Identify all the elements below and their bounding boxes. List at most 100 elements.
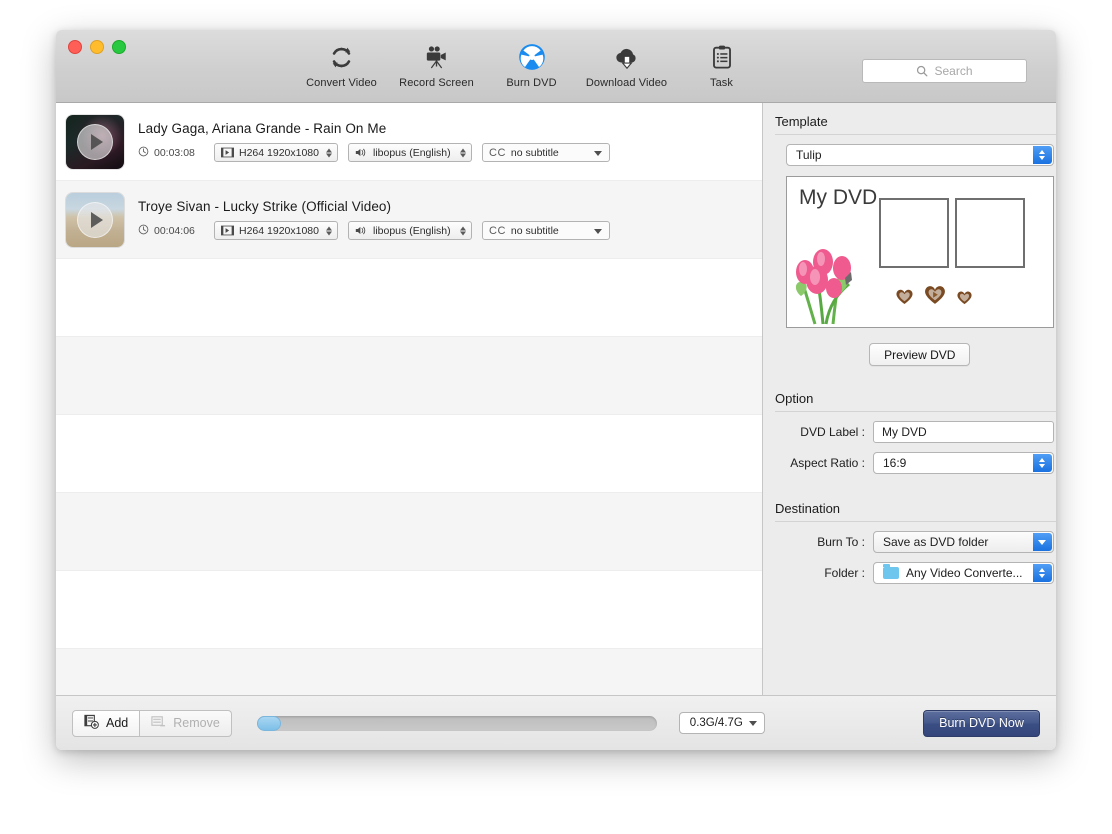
divider xyxy=(775,521,1056,522)
film-icon xyxy=(221,147,234,158)
disc-size-select[interactable]: 0.3G/4.7G xyxy=(678,712,765,734)
section-title-option: Option xyxy=(775,391,814,406)
dvd-label-input[interactable]: My DVD xyxy=(873,421,1054,443)
empty-row[interactable] xyxy=(56,415,762,493)
play-icon xyxy=(77,201,113,238)
cc-icon: CC xyxy=(489,224,506,237)
video-stream-select[interactable]: H264 1920x1080 xyxy=(214,221,338,240)
add-button[interactable]: Add xyxy=(72,709,141,737)
subtitle-select[interactable]: CC no subtitle xyxy=(482,221,610,240)
minimize-button[interactable] xyxy=(90,40,104,54)
toolbar-item-task[interactable]: Task xyxy=(674,36,769,89)
toolbar-label: Task xyxy=(709,77,734,89)
empty-row[interactable] xyxy=(56,259,762,337)
empty-row[interactable] xyxy=(56,571,762,649)
stepper-icon[interactable] xyxy=(326,226,332,235)
folder-value: Any Video Converte... xyxy=(906,566,1023,580)
aspect-ratio-select[interactable]: 16:9 xyxy=(873,452,1054,474)
aspect-ratio-caption: Aspect Ratio : xyxy=(790,456,865,470)
burn-dvd-now-button[interactable]: Burn DVD Now xyxy=(923,709,1040,737)
film-icon xyxy=(221,225,234,236)
aspect-ratio-row: Aspect Ratio : 16:9 xyxy=(775,452,1054,474)
app-window: Convert Video Record Screen Burn DVD Dow… xyxy=(56,30,1056,750)
burn-to-value: Save as DVD folder xyxy=(883,535,989,549)
stepper-icon[interactable] xyxy=(1032,146,1052,164)
video-thumbnail[interactable] xyxy=(66,114,124,169)
template-preview[interactable]: My DVD xyxy=(786,176,1054,328)
template-select[interactable]: Tulip xyxy=(786,144,1054,166)
add-file-icon xyxy=(84,714,99,732)
subtitle-select[interactable]: CC no subtitle xyxy=(482,143,610,162)
preview-chapter-frame xyxy=(955,198,1025,268)
disc-size-value: 0.3G/4.7G xyxy=(689,717,743,729)
toolbar-item-burn-dvd[interactable]: Burn DVD xyxy=(484,36,579,89)
tulip-artwork xyxy=(795,249,852,325)
video-duration: 00:04:06 xyxy=(138,224,214,238)
search-input[interactable]: Search xyxy=(862,59,1027,83)
chevron-down-icon[interactable] xyxy=(594,150,602,156)
main-toolbar: Convert Video Record Screen Burn DVD Dow… xyxy=(294,36,769,89)
close-button[interactable] xyxy=(68,40,82,54)
table-row[interactable]: Troye Sivan - Lucky Strike (Official Vid… xyxy=(56,181,762,259)
settings-sidebar: Template Tulip My DVD Preview DVD Option… xyxy=(763,103,1056,695)
video-stream-value: H264 1920x1080 xyxy=(239,224,319,237)
cloud-download-icon xyxy=(610,40,644,74)
empty-row[interactable] xyxy=(56,493,762,571)
cc-icon: CC xyxy=(489,146,506,159)
heart-decorations xyxy=(895,284,973,305)
subtitle-value: no subtitle xyxy=(510,224,559,237)
stepper-icon[interactable] xyxy=(460,148,466,157)
duration-text: 00:03:08 xyxy=(154,146,195,159)
stepper-icon[interactable] xyxy=(460,226,466,235)
capacity-progress-fill xyxy=(256,715,281,731)
window-titlebar: Convert Video Record Screen Burn DVD Dow… xyxy=(56,30,1056,103)
convert-icon xyxy=(325,40,359,74)
video-list[interactable]: Lady Gaga, Ariana Grande - Rain On Me 00… xyxy=(56,103,763,695)
toolbar-label: Download Video xyxy=(585,77,668,89)
search-icon xyxy=(916,65,928,77)
bottom-toolbar: Add Remove 0.3G/4.7G Burn DVD Now xyxy=(56,695,1056,750)
toolbar-item-convert-video[interactable]: Convert Video xyxy=(294,36,389,89)
zoom-button[interactable] xyxy=(112,40,126,54)
heart-icon xyxy=(957,291,972,305)
burn-to-select[interactable]: Save as DVD folder xyxy=(873,531,1054,553)
video-stream-select[interactable]: H264 1920x1080 xyxy=(214,143,338,162)
stepper-icon[interactable] xyxy=(326,148,332,157)
toolbar-item-download-video[interactable]: Download Video xyxy=(579,36,674,89)
remove-label: Remove xyxy=(173,716,220,730)
folder-row: Folder : Any Video Converte... xyxy=(775,562,1054,584)
preview-dvd-button[interactable]: Preview DVD xyxy=(869,343,971,366)
heart-icon xyxy=(896,289,913,305)
capacity-progress-bar xyxy=(256,715,657,731)
video-title: Lady Gaga, Ariana Grande - Rain On Me xyxy=(138,121,387,136)
remove-file-icon xyxy=(151,714,166,732)
chevron-down-icon[interactable] xyxy=(748,721,757,726)
add-remove-segment: Add Remove xyxy=(72,709,232,737)
window-body: Lady Gaga, Ariana Grande - Rain On Me 00… xyxy=(56,103,1056,695)
preview-dvd-title: My DVD xyxy=(799,186,878,209)
stepper-icon[interactable] xyxy=(1032,564,1052,582)
audio-stream-select[interactable]: libopus (English) xyxy=(348,143,472,162)
audio-stream-select[interactable]: libopus (English) xyxy=(348,221,472,240)
toolbar-item-record-screen[interactable]: Record Screen xyxy=(389,36,484,89)
chevron-down-icon[interactable] xyxy=(594,228,602,234)
empty-row[interactable] xyxy=(56,649,762,695)
section-title-destination: Destination xyxy=(775,501,841,516)
play-icon xyxy=(77,123,113,160)
video-title: Troye Sivan - Lucky Strike (Official Vid… xyxy=(138,199,392,214)
chevron-down-icon[interactable] xyxy=(1032,533,1052,551)
folder-select[interactable]: Any Video Converte... xyxy=(873,562,1054,584)
clock-icon xyxy=(138,146,149,160)
divider xyxy=(775,411,1056,412)
video-thumbnail[interactable] xyxy=(66,192,124,247)
remove-button[interactable]: Remove xyxy=(140,709,232,737)
stepper-icon[interactable] xyxy=(1032,454,1052,472)
empty-row[interactable] xyxy=(56,337,762,415)
folder-caption: Folder : xyxy=(824,566,865,580)
toolbar-label: Record Screen xyxy=(399,77,474,89)
video-duration: 00:03:08 xyxy=(138,146,214,160)
speaker-icon xyxy=(355,147,368,158)
speaker-icon xyxy=(355,225,368,236)
table-row[interactable]: Lady Gaga, Ariana Grande - Rain On Me 00… xyxy=(56,103,762,181)
dvd-label-caption: DVD Label : xyxy=(800,425,865,439)
